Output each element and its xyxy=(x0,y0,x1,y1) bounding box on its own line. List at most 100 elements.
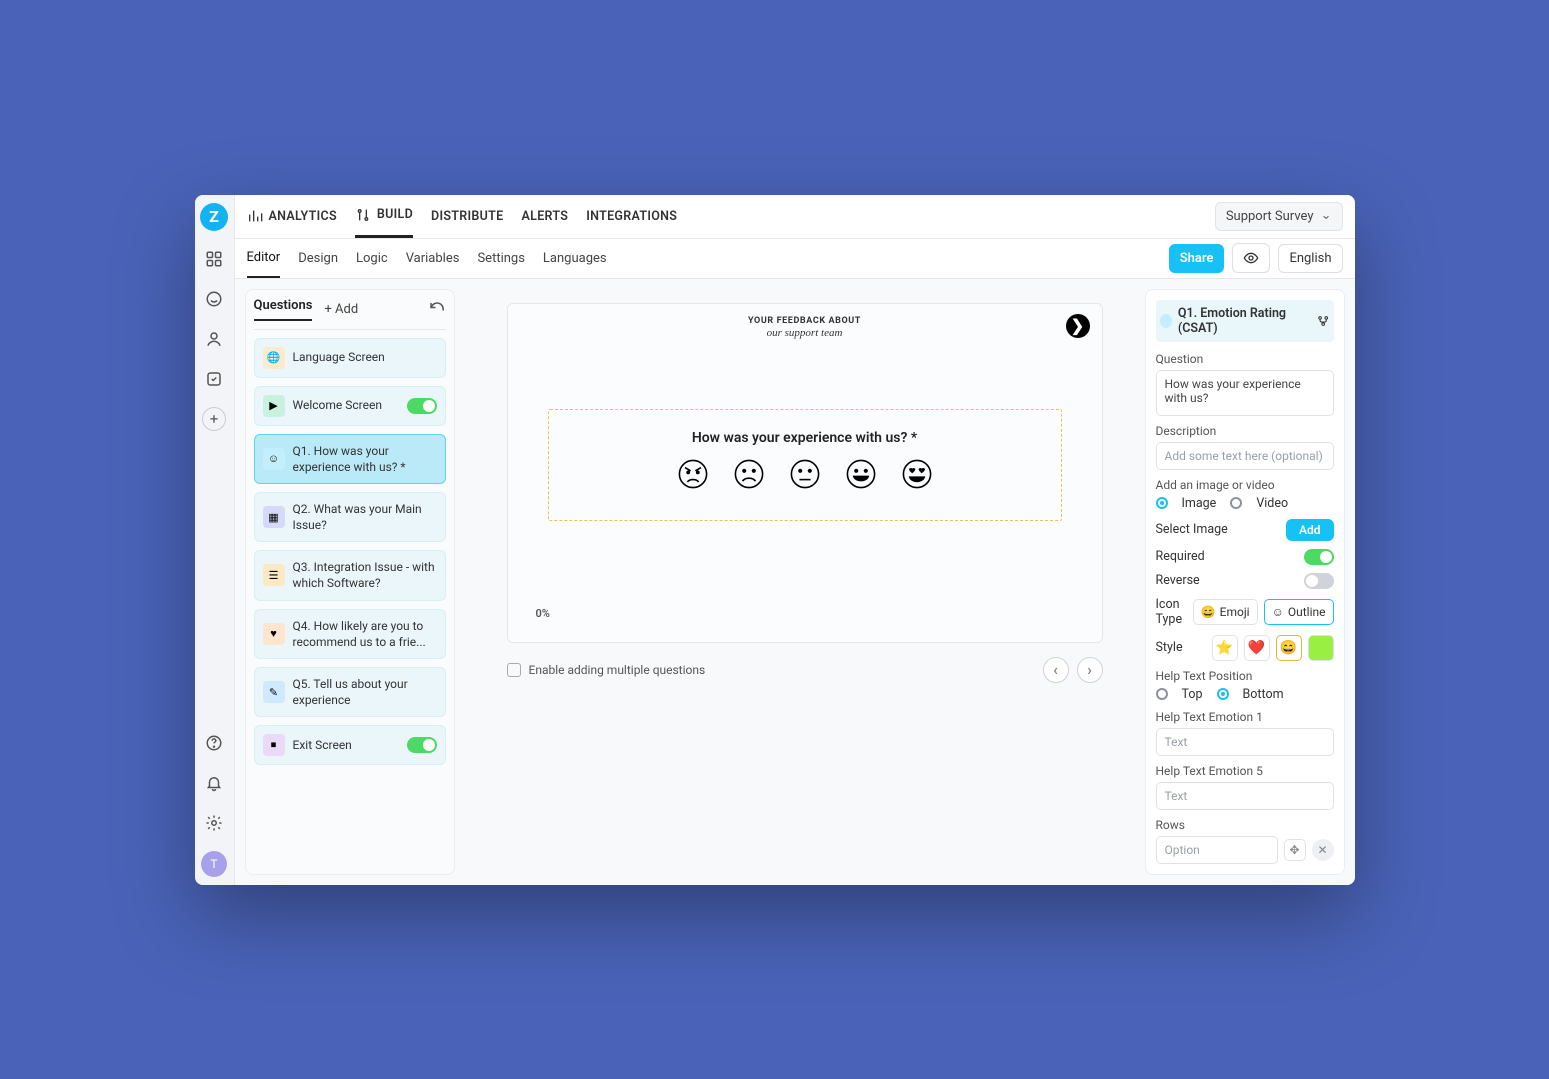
questions-tab[interactable]: Questions xyxy=(254,298,313,321)
subtab-languages[interactable]: Languages xyxy=(543,238,607,278)
topnav-label: BUILD xyxy=(377,207,413,222)
media-radio-video[interactable] xyxy=(1230,497,1242,509)
brand-logo[interactable]: Z xyxy=(200,203,228,231)
help-pos-label: Help Text Position xyxy=(1156,669,1334,683)
side-rail: Z + T xyxy=(195,195,235,885)
list-icon: ☰ xyxy=(263,564,285,586)
select-image-label: Select Image xyxy=(1156,522,1228,537)
question-box[interactable]: How was your experience with us? * xyxy=(548,409,1062,521)
reverse-label: Reverse xyxy=(1156,573,1200,588)
neutral-face-icon[interactable] xyxy=(789,458,821,490)
icon-type-label: Icon Type xyxy=(1156,597,1193,627)
move-row-icon[interactable]: ✥ xyxy=(1284,839,1306,861)
rows-label: Rows xyxy=(1156,818,1334,832)
help5-input[interactable]: Text xyxy=(1156,782,1334,810)
help1-input[interactable]: Text xyxy=(1156,728,1334,756)
add-question[interactable]: + Add xyxy=(324,302,358,317)
question-label: Q4. How likely are you to recommend us t… xyxy=(293,618,437,650)
love-face-icon[interactable] xyxy=(901,458,933,490)
branch-icon[interactable] xyxy=(1317,314,1329,328)
media-label: Add an image or video xyxy=(1156,478,1334,492)
topnav-distribute[interactable]: DISTRIBUTE xyxy=(431,195,503,239)
topnav-build[interactable]: BUILD xyxy=(355,195,413,239)
topnav-label: ANALYTICS xyxy=(269,209,337,224)
seg-label: Emoji xyxy=(1220,605,1250,619)
help-pos-bottom[interactable] xyxy=(1217,688,1229,700)
question-q4[interactable]: ♥Q4. How likely are you to recommend us … xyxy=(254,609,446,659)
media-radio-image[interactable] xyxy=(1156,497,1168,509)
topnav-analytics[interactable]: ANALYTICS xyxy=(247,195,337,239)
editor-content: Questions + Add 🌐Language Screen ▶ Welcom… xyxy=(235,279,1355,885)
panel-title: Q1. Emotion Rating (CSAT) xyxy=(1178,306,1311,336)
exit-toggle[interactable] xyxy=(407,737,437,753)
required-toggle[interactable] xyxy=(1304,549,1334,565)
style-emoji[interactable]: 😄 xyxy=(1276,635,1302,661)
question-label: Exit Screen xyxy=(293,737,352,753)
style-circle[interactable] xyxy=(1308,635,1334,661)
preview-header-top: YOUR FEEDBACK ABOUT xyxy=(520,316,1090,326)
radio-label: Bottom xyxy=(1243,687,1284,702)
emotion-icon: ☺ xyxy=(263,448,285,470)
board-icon[interactable] xyxy=(202,367,226,391)
question-exit[interactable]: ⏹ Exit Screen xyxy=(254,725,446,765)
question-q3[interactable]: ☰Q3. Integration Issue - with which Soft… xyxy=(254,550,446,600)
question-language[interactable]: 🌐Language Screen xyxy=(254,338,446,378)
question-q5[interactable]: ✎Q5. Tell us about your experience xyxy=(254,667,446,717)
eye-icon xyxy=(1243,250,1259,266)
survey-preview: YOUR FEEDBACK ABOUT our support team ❯ H… xyxy=(507,303,1103,643)
icon-type-outline[interactable]: ☺Outline xyxy=(1264,599,1334,625)
next-question-button[interactable]: › xyxy=(1077,657,1103,683)
angry-face-icon[interactable] xyxy=(677,458,709,490)
reverse-toggle[interactable] xyxy=(1304,573,1334,589)
subtab-design[interactable]: Design xyxy=(298,238,338,278)
subtab-settings[interactable]: Settings xyxy=(477,238,524,278)
bell-icon[interactable] xyxy=(202,771,226,795)
question-q2[interactable]: ▦Q2. What was your Main Issue? xyxy=(254,492,446,542)
add-icon[interactable]: + xyxy=(202,407,226,431)
required-label: Required xyxy=(1156,549,1205,564)
style-heart[interactable]: ❤️ xyxy=(1244,635,1270,661)
apps-icon[interactable] xyxy=(202,247,226,271)
welcome-toggle[interactable] xyxy=(407,398,437,414)
chat-icon[interactable] xyxy=(202,287,226,311)
multi-question-checkbox[interactable] xyxy=(507,663,521,677)
help-pos-top[interactable] xyxy=(1156,688,1168,700)
happy-face-icon[interactable] xyxy=(845,458,877,490)
share-button[interactable]: Share xyxy=(1169,244,1225,273)
topnav-alerts[interactable]: ALERTS xyxy=(522,195,569,239)
language-button[interactable]: English xyxy=(1278,244,1342,273)
style-star[interactable]: ⭐ xyxy=(1212,635,1238,661)
help-icon[interactable] xyxy=(202,731,226,755)
exit-icon: ⏹ xyxy=(263,734,285,756)
next-button[interactable]: ❯ xyxy=(1066,314,1090,338)
add-image-button[interactable]: Add xyxy=(1286,519,1334,541)
question-input[interactable]: How was your experience with us? xyxy=(1156,370,1334,416)
question-welcome[interactable]: ▶ Welcome Screen xyxy=(254,386,446,426)
prev-question-button[interactable]: ‹ xyxy=(1043,657,1069,683)
icon-type-emoji[interactable]: 😄Emoji xyxy=(1193,599,1258,625)
question-field-label: Question xyxy=(1156,352,1334,366)
remove-row-icon[interactable]: ✕ xyxy=(1312,839,1334,861)
help5-label: Help Text Emotion 5 xyxy=(1156,764,1334,778)
subtab-editor[interactable]: Editor xyxy=(247,238,281,278)
preview-button[interactable] xyxy=(1232,243,1270,273)
question-label: Welcome Screen xyxy=(293,397,382,413)
radio-label: Top xyxy=(1182,687,1203,702)
canvas-area: YOUR FEEDBACK ABOUT our support team ❯ H… xyxy=(465,279,1145,885)
undo-icon[interactable] xyxy=(428,300,446,318)
topnav-integrations[interactable]: INTEGRATIONS xyxy=(586,195,677,239)
rows-input[interactable]: Option xyxy=(1156,836,1278,864)
description-input[interactable]: Add some text here (optional) xyxy=(1156,442,1334,470)
gear-icon[interactable] xyxy=(202,811,226,835)
welcome-icon: ▶ xyxy=(263,395,285,417)
user-icon[interactable] xyxy=(202,327,226,351)
radio-label: Image xyxy=(1182,496,1217,511)
subtab-logic[interactable]: Logic xyxy=(356,238,388,278)
seg-label: Outline xyxy=(1288,605,1326,619)
profile-avatar[interactable]: T xyxy=(201,851,227,877)
subtab-variables[interactable]: Variables xyxy=(406,238,460,278)
help1-label: Help Text Emotion 1 xyxy=(1156,710,1334,724)
survey-selector[interactable]: Support Survey xyxy=(1215,202,1343,231)
question-q1[interactable]: ☺Q1. How was your experience with us? * xyxy=(254,434,446,484)
sad-face-icon[interactable] xyxy=(733,458,765,490)
